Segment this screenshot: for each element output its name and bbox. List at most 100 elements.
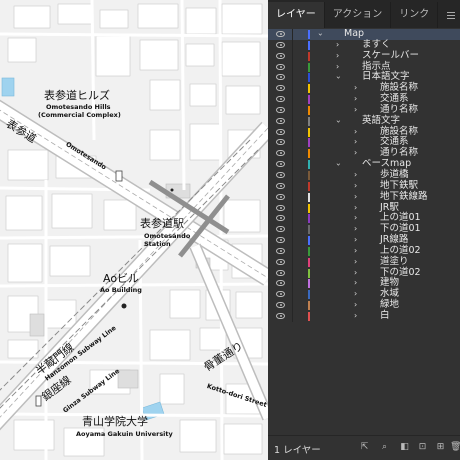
expand-arrow-icon[interactable]: › <box>336 51 339 62</box>
expand-arrow-open-icon[interactable]: › <box>332 76 343 79</box>
visibility-eye-icon[interactable] <box>276 258 285 265</box>
lock-column[interactable] <box>292 83 293 95</box>
expand-arrow-icon[interactable]: › <box>354 137 357 148</box>
layer-row[interactable]: › 白 <box>268 310 460 322</box>
layer-row[interactable]: › 下の道01 <box>268 223 460 236</box>
expand-arrow-icon[interactable]: › <box>336 62 339 73</box>
expand-arrow-open-icon[interactable]: › <box>314 33 325 36</box>
lock-column[interactable] <box>292 224 293 236</box>
layer-row[interactable]: › 地下鉄線路 <box>268 191 460 203</box>
visibility-eye-icon[interactable] <box>276 182 285 189</box>
layer-row[interactable]: › 上の道02 <box>268 245 460 257</box>
panel-menu-icon[interactable] <box>442 2 460 28</box>
tab-layers[interactable]: レイヤー <box>268 2 325 28</box>
lock-column[interactable] <box>292 115 293 127</box>
expand-arrow-icon[interactable]: › <box>354 224 357 235</box>
layer-row[interactable]: › JR駅 <box>268 202 460 214</box>
layer-row[interactable]: › JR線路 <box>268 234 460 246</box>
expand-arrow-icon[interactable]: › <box>354 170 357 181</box>
visibility-eye-icon[interactable] <box>276 85 285 92</box>
expand-arrow-icon[interactable]: › <box>354 203 357 214</box>
lock-column[interactable] <box>292 61 293 73</box>
visibility-eye-icon[interactable] <box>276 269 285 276</box>
layer-row[interactable]: › スケールバー <box>268 50 460 62</box>
expand-arrow-icon[interactable]: › <box>354 311 357 322</box>
layer-row[interactable]: › 施設名称 <box>268 126 460 138</box>
lock-column[interactable] <box>292 191 293 203</box>
expand-arrow-icon[interactable]: › <box>354 83 357 94</box>
visibility-eye-icon[interactable] <box>276 171 285 178</box>
visibility-eye-icon[interactable] <box>276 52 285 59</box>
lock-column[interactable] <box>292 245 293 257</box>
lock-column[interactable] <box>292 50 293 62</box>
expand-arrow-icon[interactable]: › <box>354 300 357 311</box>
visibility-eye-icon[interactable] <box>276 204 285 211</box>
lock-column[interactable] <box>292 213 293 225</box>
trash-icon[interactable]: 🗑 <box>450 443 460 452</box>
layer-name[interactable]: スケールバー <box>362 50 419 62</box>
layer-row[interactable]: › 日本語文字 <box>268 72 460 84</box>
export-icon[interactable]: ⇱ <box>360 443 369 452</box>
visibility-eye-icon[interactable] <box>276 63 285 70</box>
lock-column[interactable] <box>292 29 293 40</box>
layer-row[interactable]: › 下の道02 <box>268 267 460 279</box>
lock-column[interactable] <box>292 137 293 149</box>
visibility-eye-icon[interactable] <box>276 226 285 233</box>
visibility-eye-icon[interactable] <box>276 117 285 124</box>
lock-column[interactable] <box>292 278 293 290</box>
layer-row[interactable]: › 地下鉄駅 <box>268 180 460 192</box>
visibility-eye-icon[interactable] <box>276 161 285 168</box>
locate-object-icon[interactable]: ⌕ <box>380 443 389 452</box>
expand-arrow-icon[interactable]: › <box>354 192 357 203</box>
lock-column[interactable] <box>292 94 293 105</box>
lock-column[interactable] <box>292 148 293 160</box>
layer-row[interactable]: › 緑地 <box>268 299 460 311</box>
expand-arrow-icon[interactable]: › <box>336 40 339 51</box>
layer-row[interactable]: › 施設名称 <box>268 82 460 95</box>
expand-arrow-icon[interactable]: › <box>354 278 357 289</box>
layer-row[interactable]: › 上の道01 <box>268 212 460 225</box>
visibility-eye-icon[interactable] <box>276 106 285 113</box>
visibility-eye-icon[interactable] <box>276 215 285 222</box>
layer-row[interactable]: › 建物 <box>268 278 460 290</box>
map-canvas[interactable]: 表参道ヒルズ Omotesando Hills (Commercial Comp… <box>0 0 268 460</box>
visibility-eye-icon[interactable] <box>276 150 285 157</box>
layer-row[interactable]: › 水域 <box>268 288 460 301</box>
lock-column[interactable] <box>292 159 293 170</box>
lock-column[interactable] <box>292 310 293 322</box>
visibility-eye-icon[interactable] <box>276 302 285 309</box>
expand-arrow-icon[interactable]: › <box>354 246 357 257</box>
lock-column[interactable] <box>292 126 293 138</box>
lock-column[interactable] <box>292 300 293 311</box>
visibility-eye-icon[interactable] <box>276 237 285 244</box>
new-sublayer-icon[interactable]: ⊡ <box>418 443 427 452</box>
layer-row[interactable]: › 英語文字 <box>268 115 460 127</box>
visibility-eye-icon[interactable] <box>276 247 285 254</box>
expand-arrow-icon[interactable]: › <box>354 127 357 138</box>
expand-arrow-icon[interactable]: › <box>354 213 357 224</box>
layer-row[interactable]: › 交通系 <box>268 93 460 105</box>
layer-row[interactable]: › 歩道橋 <box>268 169 460 181</box>
visibility-eye-icon[interactable] <box>276 312 285 319</box>
expand-arrow-icon[interactable]: › <box>354 257 357 268</box>
expand-arrow-icon[interactable]: › <box>354 148 357 159</box>
lock-column[interactable] <box>292 39 293 51</box>
visibility-eye-icon[interactable] <box>276 74 285 81</box>
expand-arrow-icon[interactable]: › <box>354 235 357 246</box>
layer-row[interactable]: › 交通系 <box>268 137 460 149</box>
expand-arrow-icon[interactable]: › <box>354 289 357 300</box>
clipping-mask-icon[interactable]: ◧ <box>400 443 409 452</box>
visibility-eye-icon[interactable] <box>276 280 285 287</box>
lock-column[interactable] <box>292 256 293 268</box>
lock-column[interactable] <box>292 235 293 246</box>
lock-column[interactable] <box>292 180 293 192</box>
visibility-eye-icon[interactable] <box>276 139 285 146</box>
expand-arrow-open-icon[interactable]: › <box>332 120 343 123</box>
layer-name[interactable]: 道塗り <box>380 256 409 268</box>
visibility-eye-icon[interactable] <box>276 193 285 200</box>
lock-column[interactable] <box>292 169 293 181</box>
visibility-eye-icon[interactable] <box>276 96 285 103</box>
visibility-eye-icon[interactable] <box>276 41 285 48</box>
layer-name[interactable]: 地下鉄線路 <box>380 191 428 203</box>
expand-arrow-icon[interactable]: › <box>354 181 357 192</box>
